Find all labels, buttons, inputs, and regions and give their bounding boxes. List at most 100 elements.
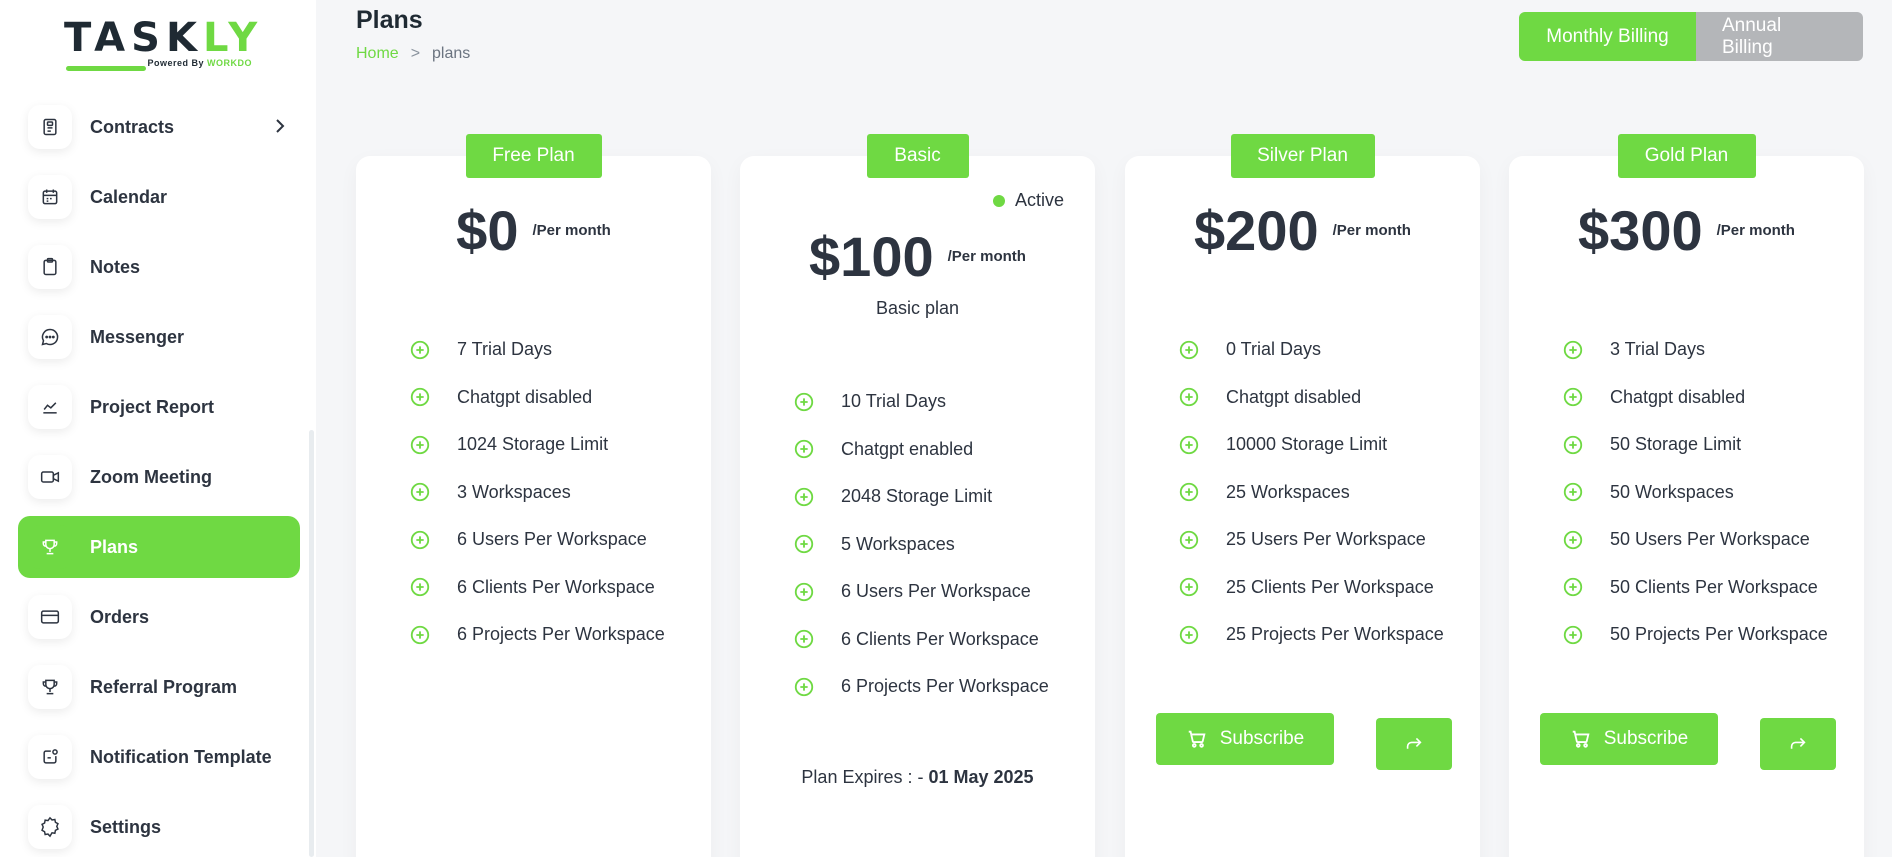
sidebar-item-calendar[interactable]: Calendar: [18, 166, 300, 228]
trophy-icon: [28, 525, 72, 569]
list-item: 6 Users Per Workspace: [409, 516, 665, 564]
plus-circle-icon: [1563, 483, 1583, 502]
list-item: 3 Workspaces: [409, 469, 665, 517]
list-item: 25 Clients Per Workspace: [1178, 564, 1444, 612]
plan-name-tag: Basic: [866, 134, 969, 178]
notes-icon: [28, 245, 72, 289]
sidebar-item-plans[interactable]: Plans: [18, 516, 300, 578]
plus-circle-icon: [794, 487, 814, 506]
plus-circle-icon: [1563, 340, 1583, 359]
notification-icon: [28, 735, 72, 779]
list-item: Chatgpt enabled: [793, 426, 1049, 474]
list-item: 1024 Storage Limit: [409, 421, 665, 469]
plus-circle-icon: [1179, 625, 1199, 644]
plus-circle-icon: [410, 340, 430, 359]
plan-description: Basic plan: [875, 298, 960, 318]
list-item: 25 Users Per Workspace: [1178, 516, 1444, 564]
share-button[interactable]: [1760, 718, 1836, 770]
contract-icon: [28, 105, 72, 149]
list-item: 6 Clients Per Workspace: [793, 616, 1049, 664]
list-item: 2048 Storage Limit: [793, 473, 1049, 521]
breadcrumb-separator: >: [410, 45, 421, 62]
plan-name-tag: Free Plan: [465, 134, 602, 178]
sidebar-item-contracts[interactable]: Contracts: [18, 96, 300, 158]
annual-billing-button[interactable]: Annual Billing: [1696, 12, 1863, 61]
list-item: 0 Trial Days: [1178, 326, 1444, 374]
plus-circle-icon: [410, 435, 430, 454]
logo-tagline: Powered By WORKDO: [147, 58, 252, 68]
plus-circle-icon: [1179, 435, 1199, 454]
sidebar-item-label: Notification Template: [90, 746, 272, 767]
list-item: Chatgpt disabled: [409, 374, 665, 422]
video-icon: [28, 455, 72, 499]
list-item: 10000 Storage Limit: [1178, 421, 1444, 469]
plus-circle-icon: [1179, 340, 1199, 359]
sidebar-scrollbar[interactable]: [309, 430, 314, 857]
sidebar-item-notification-template[interactable]: Notification Template: [18, 726, 300, 788]
subscribe-label: Subscribe: [1603, 728, 1689, 749]
sidebar-item-notes[interactable]: Notes: [18, 236, 300, 298]
share-button[interactable]: [1376, 718, 1452, 770]
sidebar-item-label: Zoom Meeting: [90, 466, 212, 487]
plus-circle-icon: [410, 625, 430, 644]
breadcrumb-home-link[interactable]: Home: [356, 45, 399, 62]
breadcrumb: Home > plans: [356, 45, 470, 63]
sidebar-item-messenger[interactable]: Messenger: [18, 306, 300, 368]
price-period: /Per month: [532, 222, 611, 239]
plus-circle-icon: [1179, 388, 1199, 407]
plan-price: $100/Per month: [740, 224, 1095, 289]
plus-circle-icon: [1563, 578, 1583, 597]
gear-icon: [28, 805, 72, 849]
plan-price: $0/Per month: [356, 198, 711, 263]
brand-logo[interactable]: TASKLY Powered By WORKDO: [64, 18, 264, 74]
calendar-icon: [28, 175, 72, 219]
feature-list: 7 Trial Days Chatgpt disabled 1024 Stora…: [409, 326, 665, 659]
chart-line-icon: [28, 385, 72, 429]
sidebar-item-label: Messenger: [90, 326, 185, 347]
sidebar-item-referral-program[interactable]: Referral Program: [18, 656, 300, 718]
plus-circle-icon: [794, 535, 814, 554]
price-amount: $100: [809, 225, 934, 288]
list-item: 6 Clients Per Workspace: [409, 564, 665, 612]
feature-list: 3 Trial Days Chatgpt disabled 50 Storage…: [1562, 326, 1828, 659]
list-item: Chatgpt disabled: [1562, 374, 1828, 422]
price-amount: $0: [456, 199, 519, 262]
list-item: Chatgpt disabled: [1178, 374, 1444, 422]
logo-wordmark: TASKLY: [64, 15, 264, 61]
price-amount: $200: [1194, 199, 1319, 262]
monthly-billing-button[interactable]: Monthly Billing: [1519, 12, 1696, 61]
plus-circle-icon: [1563, 435, 1583, 454]
logo-underline: [66, 66, 146, 71]
sidebar-item-settings[interactable]: Settings: [18, 796, 300, 857]
plus-circle-icon: [794, 630, 814, 649]
sidebar-item-zoom-meeting[interactable]: Zoom Meeting: [18, 446, 300, 508]
sidebar-item-label: Contracts: [90, 116, 175, 137]
subscribe-button[interactable]: Subscribe: [1540, 713, 1718, 765]
list-item: 50 Projects Per Workspace: [1562, 611, 1828, 659]
list-item: 6 Users Per Workspace: [793, 568, 1049, 616]
price-period: /Per month: [1716, 222, 1795, 239]
messenger-icon: [28, 315, 72, 359]
billing-toggle: Monthly Billing Annual Billing: [1519, 12, 1863, 61]
plan-expiry: Plan Expires : - 01 May 2025: [801, 767, 1034, 787]
price-period: /Per month: [1332, 222, 1411, 239]
list-item: 50 Workspaces: [1562, 469, 1828, 517]
cart-icon: [1572, 730, 1590, 748]
subscribe-button[interactable]: Subscribe: [1156, 713, 1334, 765]
plus-circle-icon: [794, 677, 814, 696]
credit-card-icon: [28, 595, 72, 639]
list-item: 7 Trial Days: [409, 326, 665, 374]
plan-card-basic: Basic Active $100/Per month Basic plan 1…: [740, 134, 1095, 857]
sidebar-nav: Contracts Calendar Notes Messenger Proje…: [18, 96, 300, 857]
sidebar-item-label: Calendar: [90, 186, 168, 207]
sidebar-item-orders[interactable]: Orders: [18, 586, 300, 648]
sidebar-item-project-report[interactable]: Project Report: [18, 376, 300, 438]
plus-circle-icon: [410, 578, 430, 597]
plan-card-free: Free Plan $0/Per month 7 Trial Days Chat…: [356, 134, 711, 857]
cart-icon: [1188, 730, 1206, 748]
plus-circle-icon: [1563, 388, 1583, 407]
status-dot: [992, 194, 1005, 207]
list-item: 50 Users Per Workspace: [1562, 516, 1828, 564]
plan-price: $200/Per month: [1125, 198, 1480, 263]
share-icon: [1790, 737, 1806, 749]
